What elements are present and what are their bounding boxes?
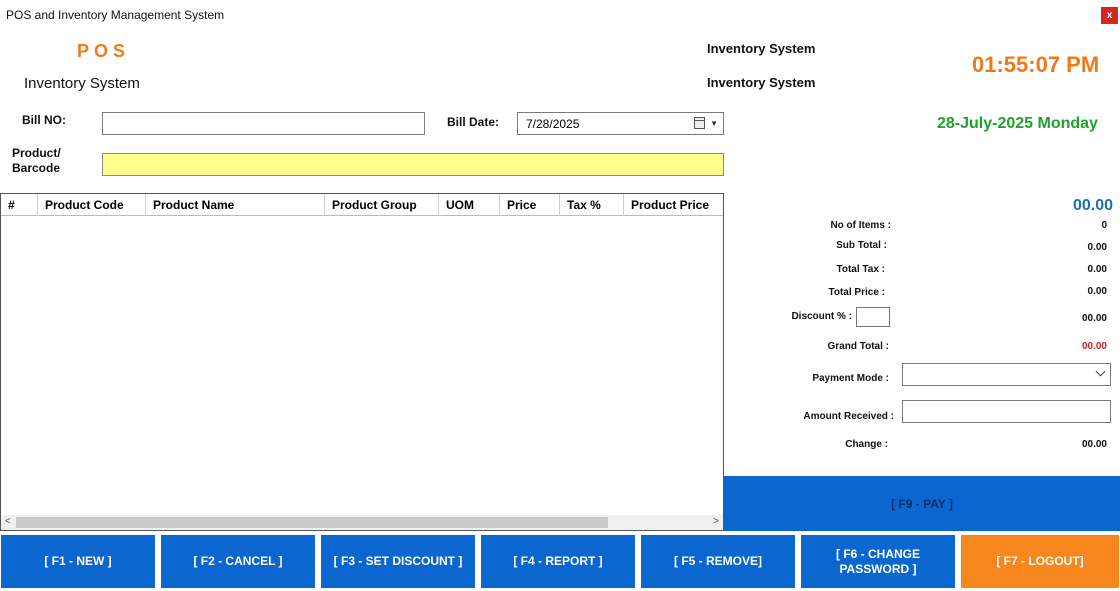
clock-display: 01:55:07 PM [972,52,1100,77]
column-header-tax[interactable]: Tax % [560,194,624,216]
change-password-button[interactable]: [ F6 - CHANGE PASSWORD ] [801,535,955,588]
cancel-button[interactable]: [ F2 - CANCEL ] [161,535,315,588]
change-value: 00.00 [1081,439,1107,450]
bill-date-label: Bill Date: [447,115,500,129]
discount-label: Discount % : [791,311,852,322]
sub-total-value: 0.00 [1087,242,1107,253]
close-button[interactable]: x [1101,7,1118,24]
logout-button[interactable]: [ F7 - LOGOUT] [961,535,1119,588]
set-discount-button-label: [ F3 - SET DISCOUNT ] [333,554,463,568]
logout-button-label: [ F7 - LOGOUT] [996,554,1084,568]
amount-received-label: Amount Received : [803,411,894,422]
scrollbar-thumb[interactable] [16,517,608,528]
logo-text: POS [77,41,131,61]
product-label: Product/ [12,146,61,160]
grid-header: # Product Code Product Name Product Grou… [1,194,723,216]
column-header-uom[interactable]: UOM [439,194,500,216]
calendar-icon[interactable] [694,117,705,129]
report-button-label: [ F4 - REPORT ] [513,554,603,568]
bill-date-picker[interactable]: 7/28/2025 ▼ [517,112,724,135]
discount-value: 00.00 [1081,313,1107,324]
horizontal-scrollbar[interactable]: < > [1,515,723,530]
no-of-items-label: No of Items : [830,220,891,231]
column-header-product-price[interactable]: Product Price [624,194,723,216]
sub-total-label: Sub Total : [836,240,887,251]
change-password-label-line1: [ F6 - CHANGE [836,546,920,561]
column-header-product-name[interactable]: Product Name [146,194,325,216]
date-display: 28-July-2025 Monday [937,115,1098,132]
product-barcode-input[interactable] [102,153,724,176]
column-header-price[interactable]: Price [500,194,560,216]
big-total: 00.00 [1073,197,1114,214]
column-header-product-group[interactable]: Product Group [325,194,439,216]
grand-total-value: 00.00 [1081,341,1107,352]
column-header-number[interactable]: # [1,194,38,216]
change-label: Change : [845,439,888,450]
total-price-value: 0.00 [1087,286,1107,297]
discount-input[interactable] [856,307,890,327]
app-subtitle: Inventory System [24,75,140,92]
column-header-product-code[interactable]: Product Code [38,194,146,216]
total-price-label: Total Price : [828,287,886,298]
report-button[interactable]: [ F4 - REPORT ] [481,535,635,588]
company-subtitle: Inventory System [707,75,816,90]
remove-button[interactable]: [ F5 - REMOVE] [641,535,795,588]
grand-total-label: Grand Total : [827,341,889,352]
bill-date-value: 7/28/2025 [526,116,580,131]
bill-no-label: Bill NO: [22,113,66,127]
product-grid[interactable]: # Product Code Product Name Product Grou… [0,193,724,531]
close-icon: x [1106,10,1113,21]
pay-button[interactable]: [ F9 - PAY ] [724,476,1120,531]
chevron-down-icon[interactable]: ▼ [710,119,718,128]
bill-no-input[interactable] [102,112,425,135]
no-of-items-value: 0 [1101,220,1107,231]
new-button-label: [ F1 - NEW ] [44,554,112,568]
chevron-down-icon[interactable] [1095,366,1106,377]
company-name: Inventory System [707,41,816,56]
total-tax-label: Total Tax : [836,264,885,275]
pay-button-label: [ F9 - PAY ] [891,496,953,511]
scroll-right-icon[interactable]: > [713,516,719,527]
amount-received-input[interactable] [902,400,1111,423]
window-title: POS and Inventory Management System [6,8,225,22]
scroll-left-icon[interactable]: < [5,516,11,527]
payment-mode-label: Payment Mode : [812,373,889,384]
change-password-label-line2: PASSWORD ] [839,561,917,576]
barcode-label: Barcode [12,161,61,175]
new-button[interactable]: [ F1 - NEW ] [1,535,155,588]
set-discount-button[interactable]: [ F3 - SET DISCOUNT ] [321,535,475,588]
remove-button-label: [ F5 - REMOVE] [673,554,762,568]
total-tax-value: 0.00 [1087,264,1107,275]
cancel-button-label: [ F2 - CANCEL ] [193,554,283,568]
payment-mode-select[interactable] [902,363,1111,386]
